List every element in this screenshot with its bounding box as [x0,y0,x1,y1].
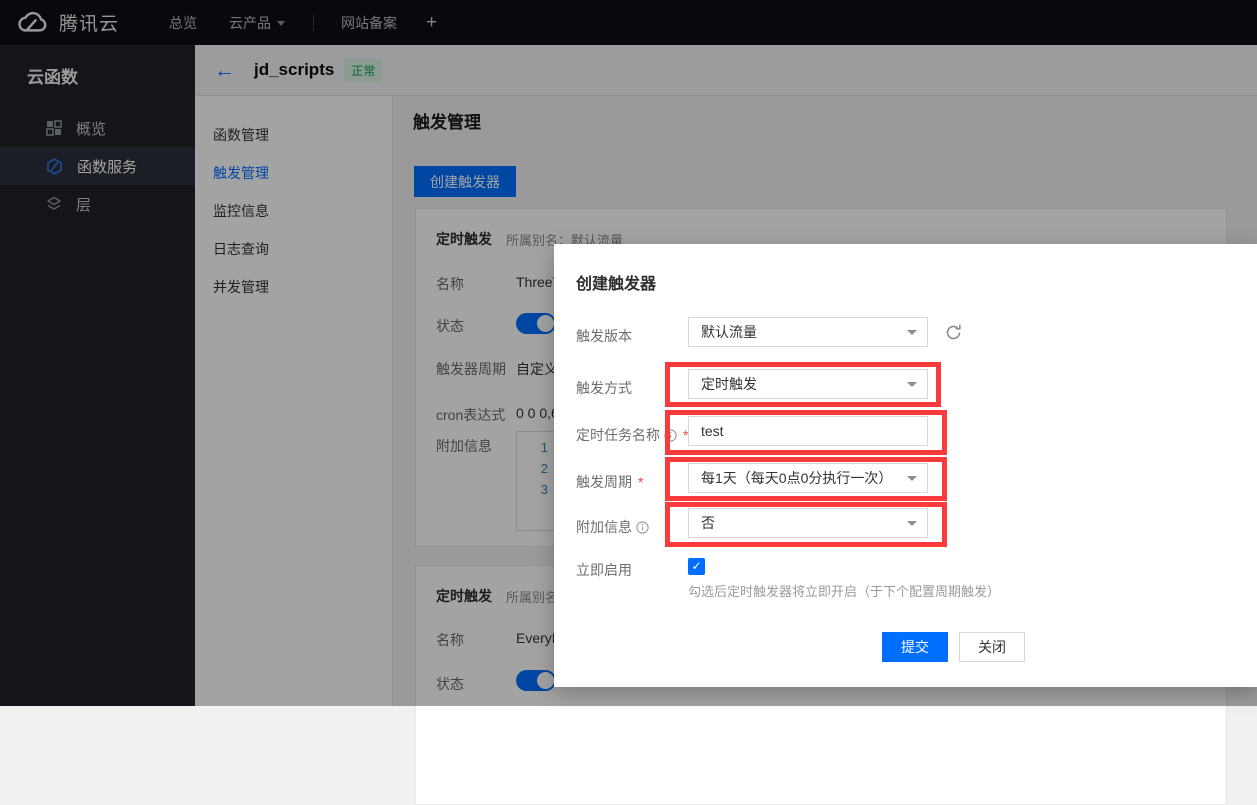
select-trigger-cycle[interactable]: 每1天（每天0点0分执行一次） [688,463,928,493]
label-trigger-method: 触发方式 [576,378,632,398]
refresh-icon[interactable] [944,323,963,347]
task-name-input[interactable] [688,416,928,446]
label-trigger-version: 触发版本 [576,326,632,346]
modal-title: 创建触发器 [576,270,656,294]
label-text: 附加信息 [576,517,632,537]
label-trigger-cycle: 触发周期 * [576,472,643,492]
chevron-down-icon [907,330,917,335]
create-trigger-modal: 创建触发器 触发版本 默认流量 触发方式 定时触发 定时任务名称 * [554,244,1257,687]
label-text: 触发版本 [576,326,632,346]
chevron-down-icon [907,521,917,526]
select-value: 定时触发 [701,376,757,392]
label-task-name: 定时任务名称 * [576,425,688,445]
label-text: 定时任务名称 [576,425,660,445]
label-text: 触发周期 [576,472,632,492]
label-enable-now: 立即启用 [576,560,632,580]
chevron-down-icon [907,382,917,387]
label-text: 立即启用 [576,560,632,580]
select-value: 默认流量 [701,324,757,340]
info-icon[interactable] [636,521,649,534]
select-trigger-method[interactable]: 定时触发 [688,369,928,399]
select-extra-info[interactable]: 否 [688,508,928,538]
select-value: 否 [701,515,715,531]
required-asterisk: * [638,474,643,490]
label-extra-info: 附加信息 [576,517,649,537]
select-value: 每1天（每天0点0分执行一次） [701,470,892,486]
select-trigger-version[interactable]: 默认流量 [688,317,928,347]
label-text: 触发方式 [576,378,632,398]
enable-now-hint: 勾选后定时触发器将立即开启（于下个配置周期触发） [688,581,1000,600]
submit-button[interactable]: 提交 [882,632,948,662]
info-icon[interactable] [664,429,677,442]
chevron-down-icon [907,476,917,481]
enable-now-checkbox[interactable]: ✓ [688,558,705,575]
close-button[interactable]: 关闭 [959,632,1025,662]
